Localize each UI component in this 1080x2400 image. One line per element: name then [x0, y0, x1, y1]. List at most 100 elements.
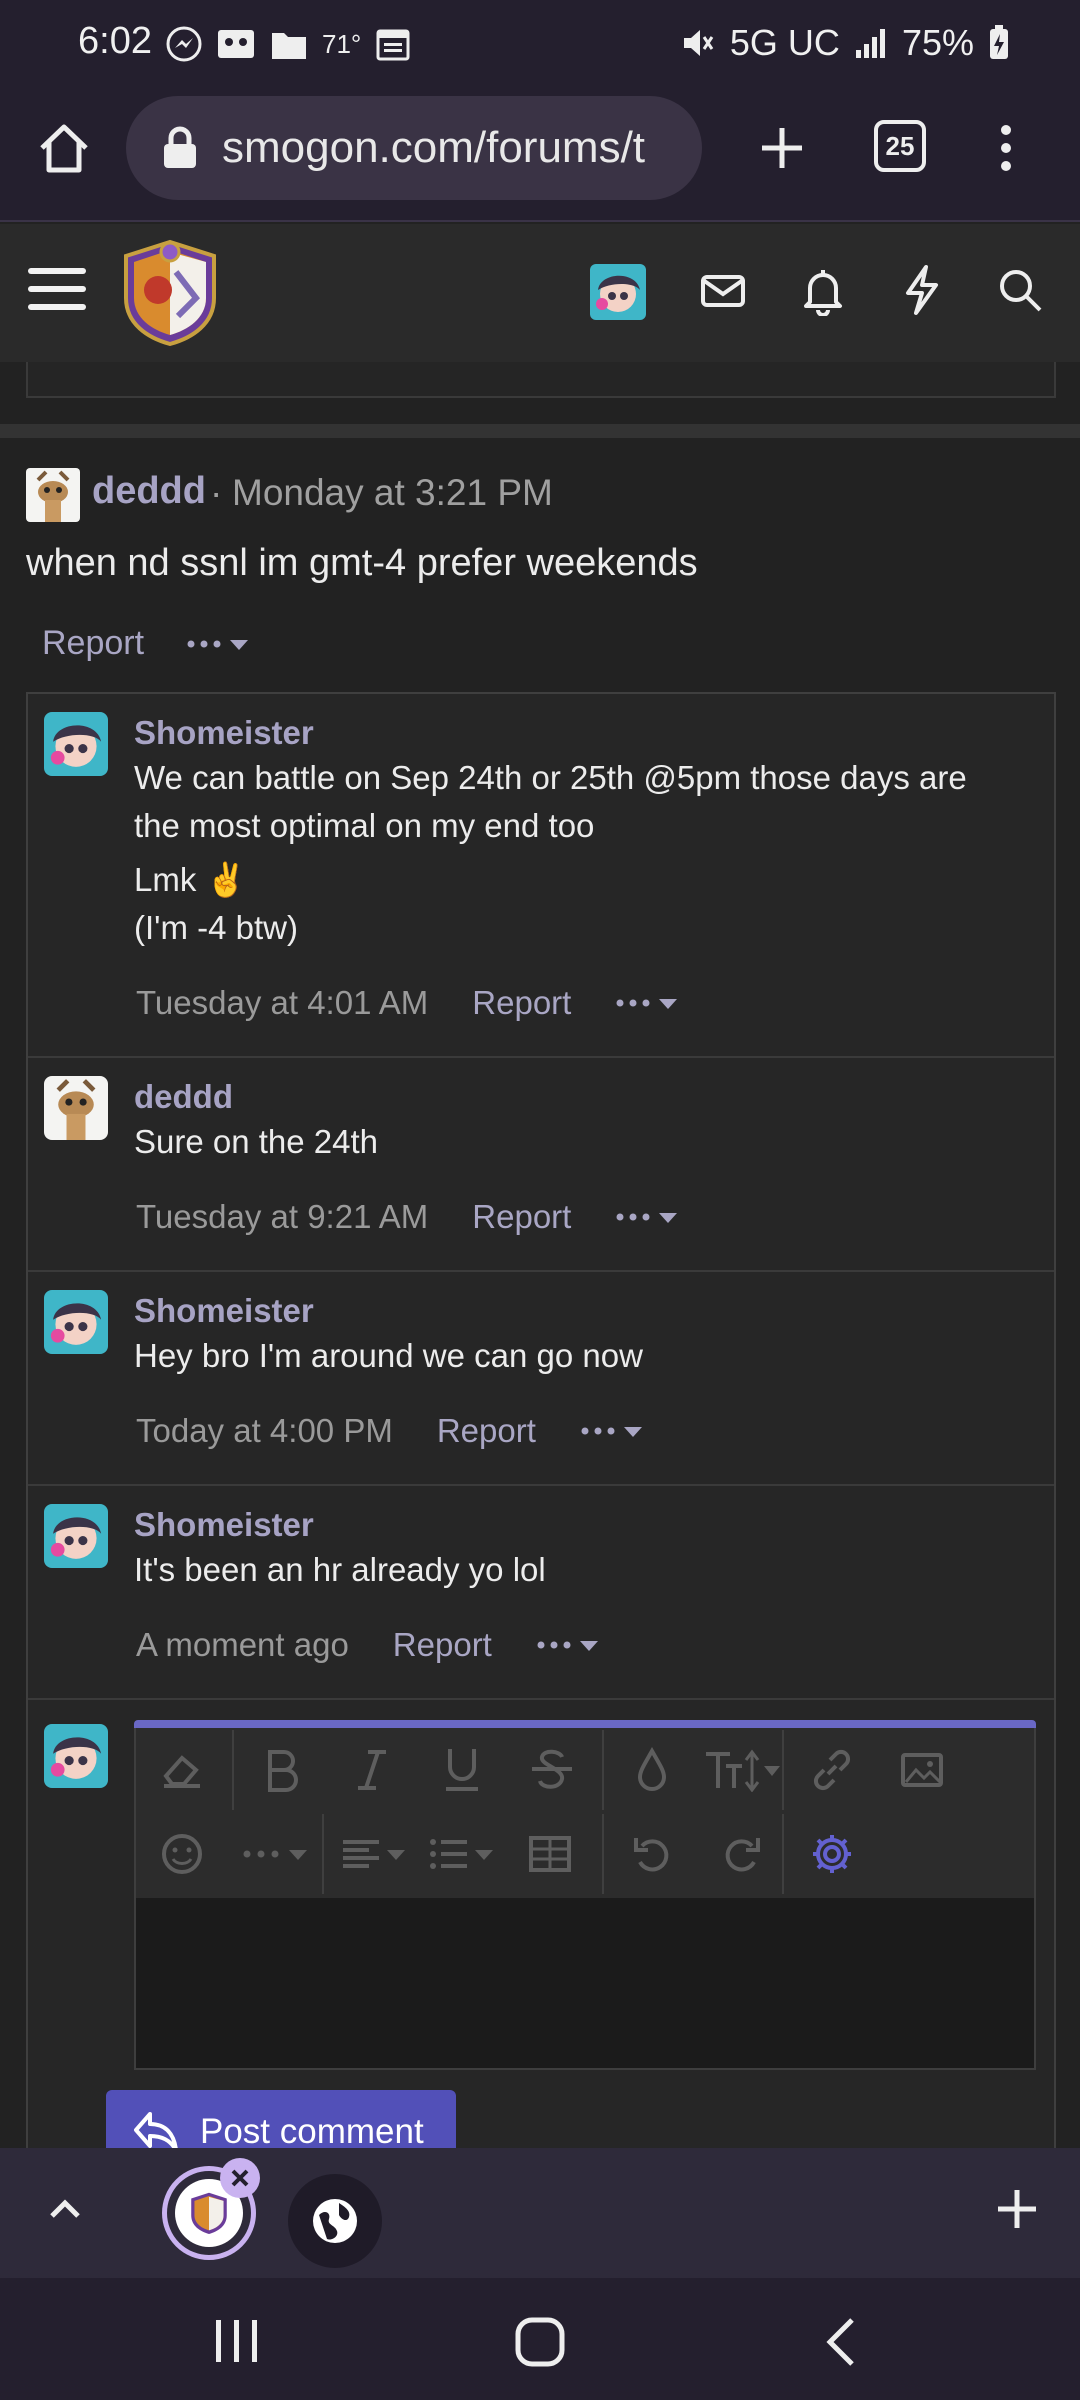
avatar-icon: [44, 712, 108, 776]
emoji-button[interactable]: [152, 1824, 212, 1884]
browser-toolbar: smogon.com/forums/t 25: [0, 92, 1080, 222]
comment-more-menu[interactable]: [536, 1627, 600, 1663]
comment-more-menu[interactable]: [615, 985, 679, 1021]
list-button[interactable]: [424, 1824, 504, 1884]
smogon-logo[interactable]: [118, 238, 222, 347]
home-icon: [40, 124, 88, 173]
signal-icon: [855, 29, 885, 58]
whats-new-button[interactable]: [900, 264, 944, 316]
comment-avatar[interactable]: [44, 712, 108, 776]
comment-textarea[interactable]: [136, 1898, 1034, 2068]
back-chevron-icon: [826, 2318, 854, 2366]
post-more-menu[interactable]: [186, 624, 250, 664]
post-body: when nd ssnl im gmt-4 prefer weekends: [26, 542, 698, 584]
toolbar-separator: [232, 1730, 234, 1810]
comment-author[interactable]: Shomeister: [134, 1506, 314, 1544]
calendar-icon: [376, 29, 410, 61]
comment-time[interactable]: Tuesday at 9:21 AM: [136, 1198, 428, 1236]
alerts-button[interactable]: [800, 266, 846, 317]
comment-avatar[interactable]: [44, 1504, 108, 1568]
strikethrough-button[interactable]: [522, 1740, 582, 1800]
comment-author[interactable]: Shomeister: [134, 1292, 314, 1330]
comment-text-line: We can battle on Sep 24th or 25th @5pm t…: [134, 759, 967, 796]
caret-down-icon: [579, 1641, 598, 1651]
comment-time[interactable]: A moment ago: [136, 1626, 349, 1664]
messenger-icon: [166, 26, 202, 62]
tab-switcher-button[interactable]: 25: [874, 120, 926, 172]
post-date[interactable]: Monday at 3:21 PM: [232, 472, 553, 514]
comment-report-link[interactable]: Report: [393, 1626, 492, 1664]
link-icon: [813, 1749, 851, 1791]
toolbar-separator: [602, 1814, 604, 1894]
url-text: smogon.com/forums/t: [222, 123, 646, 172]
toolbar-separator: [782, 1814, 784, 1894]
italic-button[interactable]: [342, 1740, 402, 1800]
comment-author[interactable]: deddd: [134, 1078, 233, 1116]
more-tools-button[interactable]: [236, 1824, 316, 1884]
undo-button[interactable]: [622, 1824, 682, 1884]
comment-item: deddd Sure on the 24th Tuesday at 9:21 A…: [28, 1058, 1054, 1272]
address-bar[interactable]: smogon.com/forums/t: [126, 96, 702, 200]
insert-link-button[interactable]: [802, 1740, 862, 1800]
comment-item: Shomeister We can battle on Sep 24th or …: [28, 694, 1054, 1058]
close-icon: [231, 2169, 249, 2187]
comment-text-line: Lmk ✌️: [134, 861, 247, 898]
post-author-avatar[interactable]: [26, 468, 80, 522]
reply-avatar[interactable]: [44, 1724, 108, 1788]
search-button[interactable]: [996, 266, 1044, 314]
comment-report-link[interactable]: Report: [472, 1198, 571, 1236]
back-button[interactable]: [818, 2314, 868, 2370]
collapse-tabs-button[interactable]: [40, 2184, 90, 2234]
comment-avatar[interactable]: [44, 1290, 108, 1354]
folder-icon: [272, 33, 306, 59]
smogon-crest-icon: [124, 239, 216, 347]
redo-button[interactable]: [712, 1824, 772, 1884]
text-color-button[interactable]: [622, 1740, 682, 1800]
smiley-icon: [162, 1834, 202, 1874]
add-tab-button[interactable]: [992, 2184, 1042, 2234]
font-size-icon: [706, 1749, 780, 1792]
comment-time[interactable]: Tuesday at 4:01 AM: [136, 984, 428, 1022]
bold-button[interactable]: [252, 1740, 312, 1800]
close-tab-button[interactable]: [220, 2158, 260, 2198]
comment-report-link[interactable]: Report: [472, 984, 571, 1022]
undo-icon: [634, 1838, 669, 1872]
comment-more-menu[interactable]: [615, 1199, 679, 1235]
network-label: 5G UC: [729, 22, 840, 63]
lock-icon: [164, 126, 196, 168]
align-left-icon: [343, 1840, 405, 1868]
comment-author[interactable]: Shomeister: [134, 714, 314, 752]
user-avatar[interactable]: [590, 264, 646, 320]
recent-apps-button[interactable]: [206, 2316, 266, 2366]
more-vert-icon: [1001, 125, 1011, 171]
menu-button[interactable]: [28, 264, 86, 314]
tab-other[interactable]: [288, 2174, 382, 2268]
new-tab-button[interactable]: [752, 118, 812, 178]
font-size-button[interactable]: [702, 1740, 786, 1800]
comment-report-link[interactable]: Report: [437, 1412, 536, 1450]
comment-item: Shomeister Hey bro I'm around we can go …: [28, 1272, 1054, 1486]
post-author-name[interactable]: deddd: [92, 470, 206, 513]
editor-settings-button[interactable]: [802, 1824, 862, 1884]
post-comment-button[interactable]: Post comment: [106, 2090, 456, 2148]
comment-meta: Today at 4:00 PM Report: [136, 1412, 644, 1450]
post-report-link[interactable]: Report: [42, 624, 144, 663]
reply-icon: [134, 2112, 178, 2148]
underline-button[interactable]: [432, 1740, 492, 1800]
strikethrough-icon: [532, 1749, 572, 1789]
comment-time[interactable]: Today at 4:00 PM: [136, 1412, 393, 1450]
status-time: 6:02: [78, 20, 152, 62]
inbox-button[interactable]: [700, 268, 746, 314]
system-nav-bar: [0, 2278, 1080, 2400]
align-button[interactable]: [336, 1824, 416, 1884]
comment-more-menu[interactable]: [580, 1413, 644, 1449]
insert-table-button[interactable]: [520, 1824, 580, 1884]
browser-menu-button[interactable]: [990, 118, 1022, 178]
bolt-icon: [906, 265, 938, 315]
comment-avatar[interactable]: [44, 1076, 108, 1140]
insert-image-button[interactable]: [892, 1740, 952, 1800]
more-horiz-icon: [243, 1850, 307, 1860]
clear-formatting-button[interactable]: [152, 1740, 212, 1800]
home-nav-button[interactable]: [512, 2314, 568, 2370]
home-button[interactable]: [34, 118, 94, 178]
